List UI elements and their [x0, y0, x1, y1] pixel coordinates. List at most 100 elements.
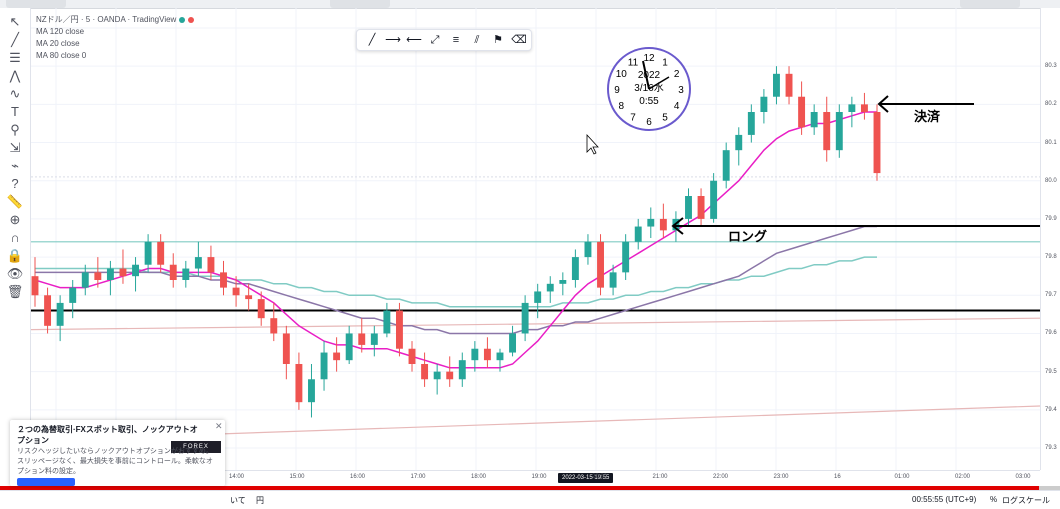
candle-body	[207, 257, 215, 273]
advertisement-popup[interactable]: ２つの為替取引·FXスポット取引、ノックアウトオプション ✕ FOREX リスク…	[10, 420, 225, 486]
grid-lines	[31, 8, 1040, 470]
pitchfork-icon[interactable]: ⋀	[6, 68, 24, 84]
clock-number: 3	[678, 85, 684, 96]
candle-body	[647, 218, 655, 227]
candle-body	[471, 348, 479, 361]
top-tab[interactable]	[960, 0, 1020, 8]
candle-body	[408, 348, 416, 364]
eraser-icon[interactable]: ⌫	[510, 32, 528, 48]
candle-body	[747, 112, 755, 135]
price-tick: 79.9	[1045, 215, 1057, 222]
trendline-icon[interactable]: ╱	[6, 32, 24, 48]
symbol-title[interactable]: NZドル／円 · 5 · OANDA · TradingView	[36, 14, 195, 26]
candle-body	[81, 272, 89, 288]
indicator-ma-20[interactable]: MA 20 close	[36, 38, 194, 50]
ad-cta-button[interactable]	[17, 478, 75, 486]
floating-drawing-toolbar: ╱ ⟶ ⟵ ⤢ ≡ ⫽ ⚑ ⌫	[356, 29, 532, 51]
text-icon[interactable]: T	[6, 104, 24, 120]
candle	[144, 234, 152, 273]
time-tick: 03:00	[1015, 474, 1031, 480]
time-tick: 16	[834, 474, 841, 480]
candle-body	[433, 371, 441, 380]
candle-body	[697, 196, 705, 219]
help-icon[interactable]: ?	[6, 176, 24, 192]
ray-icon[interactable]: ⟶	[384, 32, 402, 48]
lock-icon[interactable]: 🔒	[6, 248, 24, 264]
candle-body	[132, 264, 139, 277]
candle-body	[257, 299, 265, 319]
candle	[597, 234, 604, 296]
forecast-icon[interactable]: ⌁	[6, 158, 24, 174]
time-tick: 16:00	[350, 474, 366, 480]
top-tab[interactable]	[6, 0, 66, 8]
candle	[785, 66, 793, 105]
close-icon[interactable]: ✕	[215, 421, 223, 432]
price-chart[interactable]: 12123456789101120223/16水0:55	[31, 8, 1040, 470]
candle-body	[370, 333, 378, 345]
candle	[584, 234, 592, 265]
top-tab[interactable]	[330, 0, 390, 8]
time-tick: 22:00	[713, 474, 729, 480]
candle	[521, 295, 529, 342]
indicator-ma-80[interactable]: MA 80 close 0	[36, 50, 194, 62]
candle	[44, 287, 52, 334]
log-scale-toggle[interactable]: ログスケール	[1002, 495, 1050, 506]
eye-icon[interactable]: 👁	[6, 266, 24, 282]
candle-body	[169, 264, 177, 280]
candle-body	[395, 310, 403, 349]
candle	[509, 325, 517, 357]
magnet-icon[interactable]: ∩	[6, 230, 24, 246]
brush-icon[interactable]: ∿	[6, 86, 24, 102]
candle	[848, 96, 856, 128]
candle	[622, 234, 630, 280]
candle-body	[534, 291, 542, 303]
clock-number: 10	[616, 69, 628, 80]
price-tick: 79.3	[1045, 445, 1057, 451]
time-tick: 15:00	[289, 474, 305, 480]
horizontal-lines-icon[interactable]: ☰	[6, 50, 24, 66]
status-dot-icon	[188, 16, 195, 23]
candle	[106, 260, 114, 296]
candle	[860, 92, 868, 120]
candle-body	[446, 371, 454, 380]
price-tick: 80.3	[1045, 63, 1057, 70]
candle	[333, 337, 341, 372]
clock-number: 8	[619, 101, 625, 112]
clock-number: 5	[662, 113, 668, 124]
candle	[810, 104, 818, 135]
candle-body	[157, 241, 165, 265]
indicator-ma-120[interactable]: MA 120 close	[36, 26, 194, 38]
price-scale[interactable]: 80.3 80.2 80.1 80.0 79.9 79.8 79.7 79.6 79.5 79.4…	[1040, 8, 1060, 470]
candle-body	[56, 302, 64, 326]
candle	[697, 188, 705, 227]
parallel-channel-icon[interactable]: ≡	[447, 32, 465, 48]
trash-icon[interactable]: 🗑	[6, 284, 24, 300]
pitchfork-icon[interactable]: ⫽	[468, 32, 486, 48]
trendline-icon[interactable]: ╱	[363, 32, 381, 48]
candle-body	[835, 112, 843, 151]
candle	[559, 272, 567, 296]
flag-icon[interactable]: ⚑	[489, 32, 507, 48]
ruler-icon[interactable]: 📏	[6, 194, 24, 210]
status-dot-icon	[179, 16, 186, 23]
cursor-icon[interactable]: ↖	[6, 14, 24, 30]
clock-number: 1	[662, 57, 668, 68]
time-tick: 21:00	[652, 474, 668, 480]
candle	[747, 104, 755, 143]
candle-body	[69, 287, 77, 303]
candle-body	[735, 134, 743, 151]
clock-center-text: 0:55	[639, 96, 659, 107]
candle-body	[483, 348, 491, 361]
percent-scale-toggle[interactable]: %	[990, 495, 997, 504]
horizontal-ray-icon[interactable]: ⟵	[405, 32, 423, 48]
measure-icon[interactable]: ⇲	[6, 140, 24, 156]
candle-body	[659, 218, 667, 231]
zoom-icon[interactable]: ⊕	[6, 212, 24, 228]
extended-line-icon[interactable]: ⤢	[426, 32, 444, 48]
candle-body	[421, 364, 429, 380]
pattern-icon[interactable]: ⚲	[6, 122, 24, 138]
time-tick: 19:00	[531, 474, 547, 480]
candle-body	[860, 104, 868, 112]
candle-body	[760, 96, 768, 112]
candle-body	[94, 272, 102, 280]
